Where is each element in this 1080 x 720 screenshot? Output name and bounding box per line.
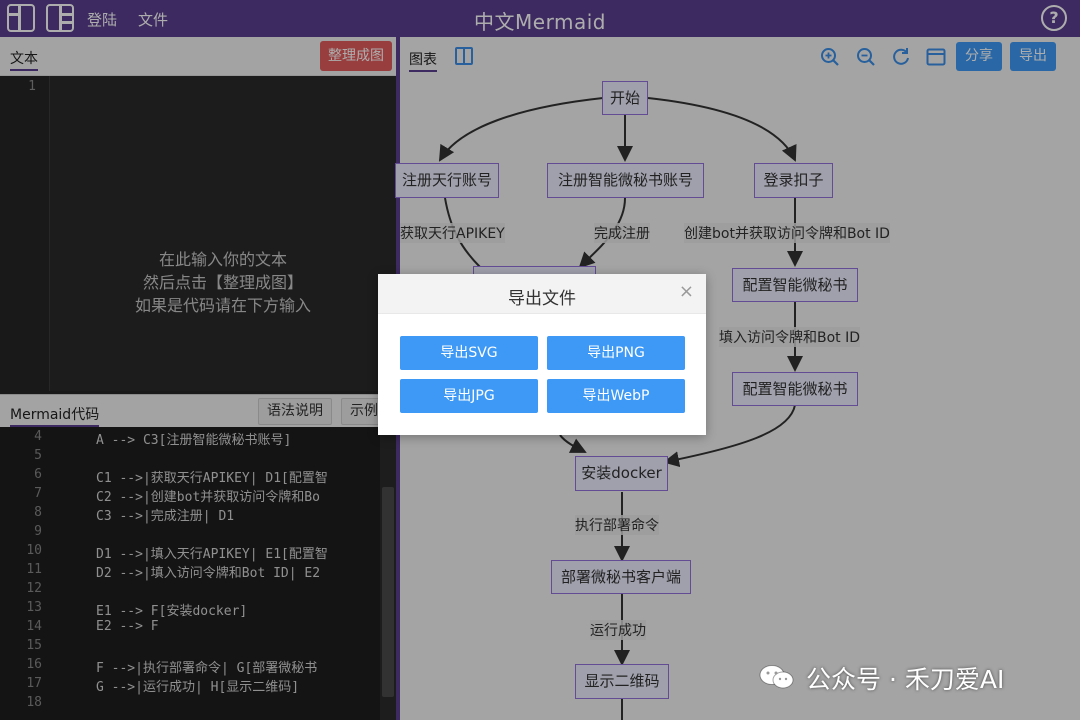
watermark-text: 公众号 · 禾刀爱AI	[806, 665, 1005, 694]
dialog-title: 导出文件	[508, 289, 576, 309]
export-jpg-button[interactable]: 导出JPG	[400, 379, 538, 413]
wechat-icon	[759, 665, 794, 689]
export-svg-button[interactable]: 导出SVG	[400, 336, 538, 370]
export-png-button[interactable]: 导出PNG	[547, 336, 685, 370]
close-icon[interactable]: ×	[679, 283, 694, 301]
dialog-header: 导出文件 ×	[378, 274, 706, 314]
export-webp-button[interactable]: 导出WebP	[547, 379, 685, 413]
export-dialog: 导出文件 × 导出SVG 导出PNG 导出JPG 导出WebP	[378, 274, 706, 435]
